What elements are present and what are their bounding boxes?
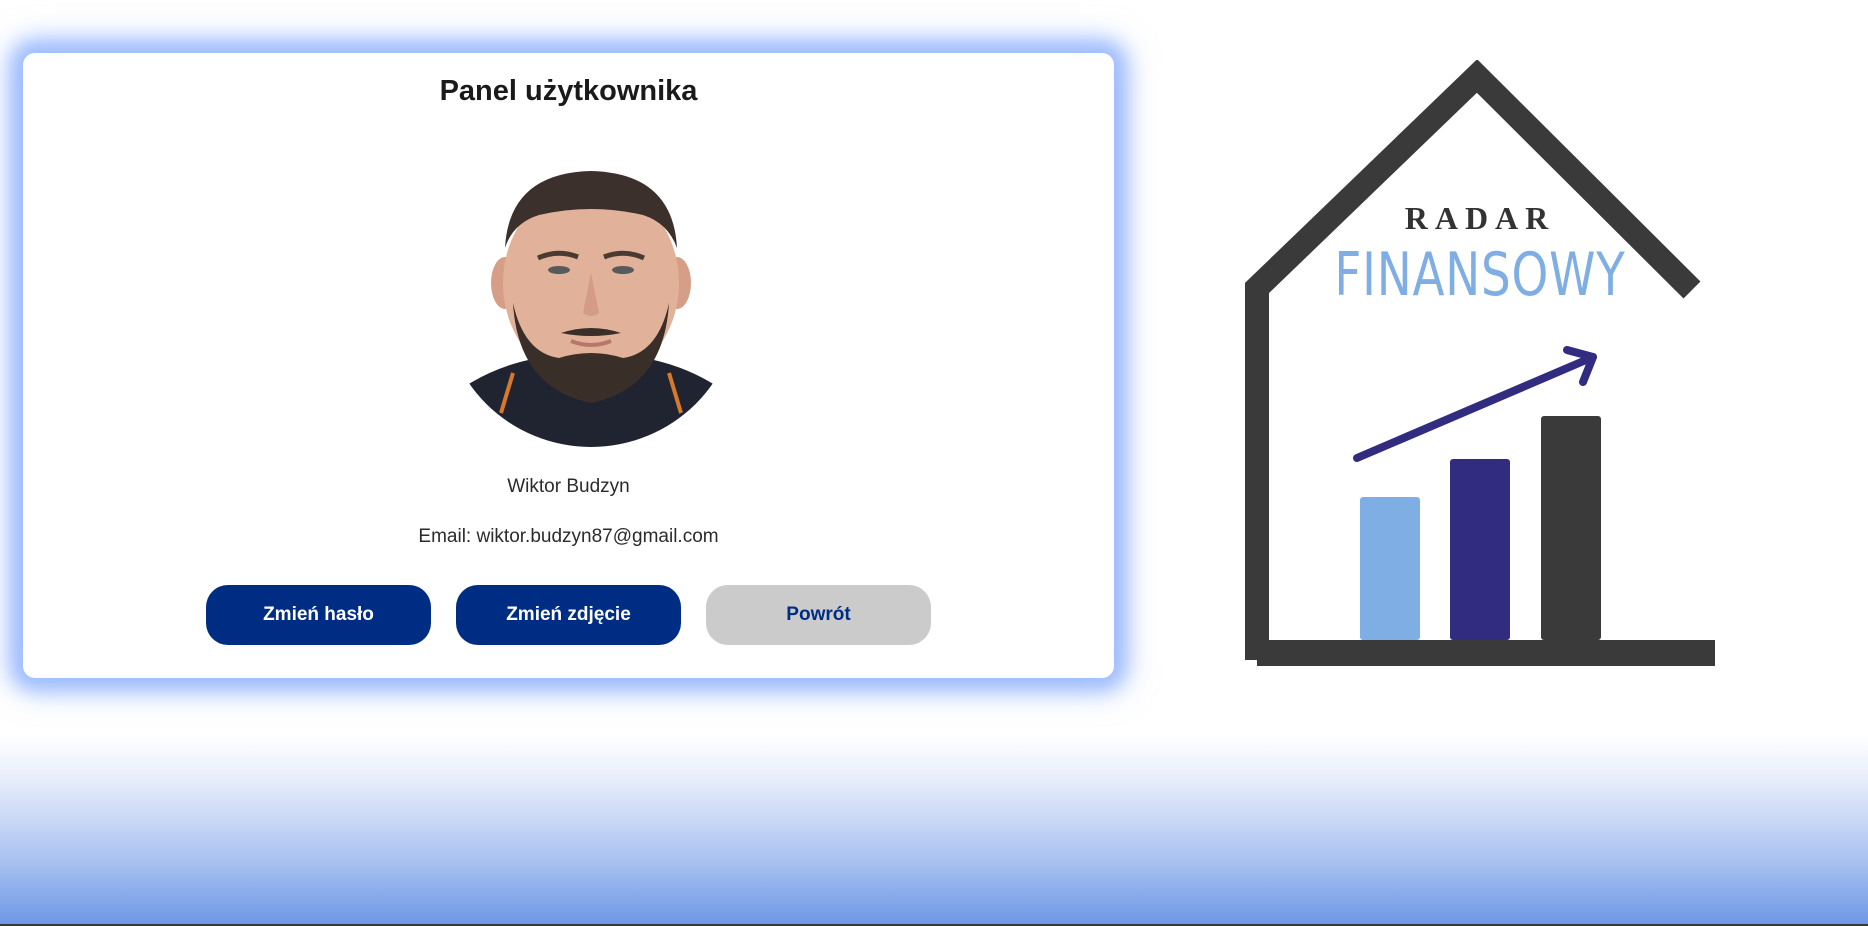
user-email: Email: wiktor.budzyn87@gmail.com — [418, 526, 719, 547]
logo-text-finansowy: FINANSOWY — [1334, 240, 1626, 310]
logo-text-radar: RADAR — [1404, 200, 1556, 236]
radar-finansowy-logo: RADAR FINANSOWY — [1245, 59, 1717, 675]
avatar — [443, 153, 739, 447]
panel-title: Panel użytkownika — [439, 75, 698, 107]
house-chart-logo-icon — [1245, 59, 1717, 666]
user-photo-icon — [443, 153, 739, 447]
change-password-button[interactable]: Zmień hasło — [206, 585, 431, 645]
user-panel-card: Panel użytkownika Wiktor Budzyn Email: w… — [23, 53, 1114, 678]
user-name: Wiktor Budzyn — [507, 476, 630, 497]
back-button[interactable]: Powrót — [706, 585, 931, 645]
change-photo-button[interactable]: Zmień zdjęcie — [456, 585, 681, 645]
